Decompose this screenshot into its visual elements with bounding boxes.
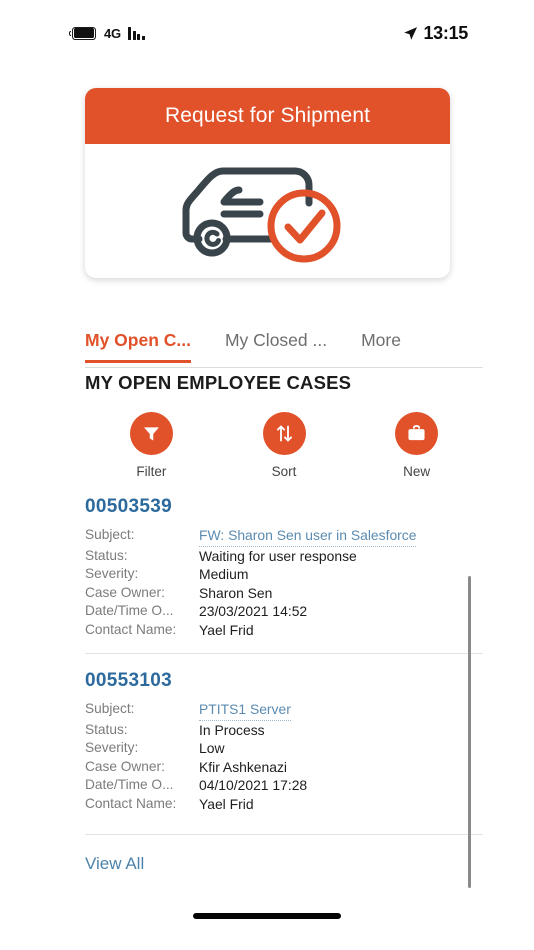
field-label-subject: Subject: xyxy=(85,701,135,716)
case-field-subject: Subject: FW: Sharon Sen user in Salesfor… xyxy=(85,526,483,547)
tab-bar[interactable]: My Open C... My Closed ... More xyxy=(85,330,483,368)
new-icon-circle xyxy=(395,412,439,455)
field-value-subject[interactable]: FW: Sharon Sen user in Salesforce xyxy=(199,526,417,547)
request-for-shipment-card[interactable]: Request for Shipment xyxy=(85,88,450,278)
sort-button[interactable]: Sort xyxy=(218,412,351,479)
tab-my-closed-cases[interactable]: My Closed ... xyxy=(225,330,327,360)
field-value-subject[interactable]: PTITS1 Server xyxy=(199,700,291,721)
sort-label: Sort xyxy=(271,464,297,479)
tab-my-open-cases[interactable]: My Open C... xyxy=(85,330,191,363)
field-label-date-time: Date/Time O... xyxy=(85,603,174,618)
sort-arrows-icon xyxy=(276,425,292,442)
status-bar-right: 13:15 xyxy=(403,23,468,44)
card-body xyxy=(85,144,450,278)
status-bar-left: 4G xyxy=(69,25,145,41)
filter-icon-circle xyxy=(129,412,173,455)
field-value-severity: Medium xyxy=(199,566,249,582)
case-number[interactable]: 00503539 xyxy=(85,496,483,518)
field-label-contact-name: Contact Name: xyxy=(85,621,177,637)
signal-bars-icon xyxy=(127,26,145,40)
scrollbar-thumb[interactable] xyxy=(468,576,471,888)
case-field-date-time: Date/Time O... 04/10/2021 17:28 xyxy=(85,776,483,795)
location-arrow-icon xyxy=(404,26,418,40)
clock-time: 13:15 xyxy=(423,22,468,43)
field-value-status: Waiting for user response xyxy=(199,547,357,564)
case-list-item[interactable]: 00503539 Subject: FW: Sharon Sen user in… xyxy=(85,490,483,653)
section-title: MY OPEN EMPLOYEE CASES xyxy=(85,372,352,393)
case-list-item[interactable]: 00553103 Subject: PTITS1 Server Status: … xyxy=(85,653,483,827)
field-value-contact-name: Yael Frid xyxy=(199,795,254,812)
tab-more[interactable]: More xyxy=(361,330,401,360)
case-field-status: Status: Waiting for user response xyxy=(85,547,483,566)
sort-icon-circle xyxy=(262,412,306,455)
field-label-severity: Severity: xyxy=(85,740,139,755)
phone-frame: 4G 13:15 Request for Shipment My Open C.… xyxy=(18,8,516,942)
case-field-severity: Severity: Medium xyxy=(85,565,483,584)
new-button[interactable]: New xyxy=(350,412,483,479)
field-label-severity: Severity: xyxy=(85,566,139,581)
case-fields: Subject: PTITS1 Server Status: In Proces… xyxy=(85,700,483,813)
field-label-case-owner: Case Owner: xyxy=(85,584,165,600)
filter-button[interactable]: Filter xyxy=(85,412,218,479)
funnel-icon xyxy=(143,427,159,441)
field-label-contact-name: Contact Name: xyxy=(85,795,177,811)
case-field-contact-name: Contact Name: Yael Frid xyxy=(85,621,483,640)
field-label-subject: Subject: xyxy=(85,527,135,542)
field-value-contact-name: Yael Frid xyxy=(199,621,254,638)
card-header: Request for Shipment xyxy=(85,88,450,144)
field-label-status: Status: xyxy=(85,547,128,563)
briefcase-icon xyxy=(408,425,425,441)
case-fields: Subject: FW: Sharon Sen user in Salesfor… xyxy=(85,526,483,639)
case-field-severity: Severity: Low xyxy=(85,739,483,758)
delivery-van-check-icon xyxy=(182,167,340,263)
card-title: Request for Shipment xyxy=(164,104,371,127)
action-bar: Filter Sort New xyxy=(85,412,483,479)
filter-label: Filter xyxy=(136,464,167,479)
network-label: 4G xyxy=(104,25,121,41)
battery-icon xyxy=(69,26,97,40)
field-value-severity: Low xyxy=(199,740,225,756)
case-field-case-owner: Case Owner: Sharon Sen xyxy=(85,584,483,603)
case-list: 00503539 Subject: FW: Sharon Sen user in… xyxy=(85,490,483,827)
case-field-subject: Subject: PTITS1 Server xyxy=(85,700,483,721)
view-all-link[interactable]: View All xyxy=(85,854,144,874)
field-value-date-time: 04/10/2021 17:28 xyxy=(199,777,308,793)
case-field-contact-name: Contact Name: Yael Frid xyxy=(85,795,483,814)
case-number[interactable]: 00553103 xyxy=(85,670,483,692)
list-bottom-divider xyxy=(85,834,483,835)
case-field-date-time: Date/Time O... 23/03/2021 14:52 xyxy=(85,602,483,621)
field-value-case-owner: Sharon Sen xyxy=(199,584,273,601)
field-value-date-time: 23/03/2021 14:52 xyxy=(199,603,308,619)
case-field-case-owner: Case Owner: Kfir Ashkenazi xyxy=(85,758,483,777)
status-bar: 4G 13:15 xyxy=(18,8,516,58)
case-field-status: Status: In Process xyxy=(85,721,483,740)
home-indicator xyxy=(193,913,341,919)
field-label-status: Status: xyxy=(85,721,128,737)
field-value-status: In Process xyxy=(199,721,265,738)
field-value-case-owner: Kfir Ashkenazi xyxy=(199,758,288,775)
field-label-case-owner: Case Owner: xyxy=(85,758,165,774)
field-label-date-time: Date/Time O... xyxy=(85,777,174,792)
new-label: New xyxy=(403,464,431,479)
